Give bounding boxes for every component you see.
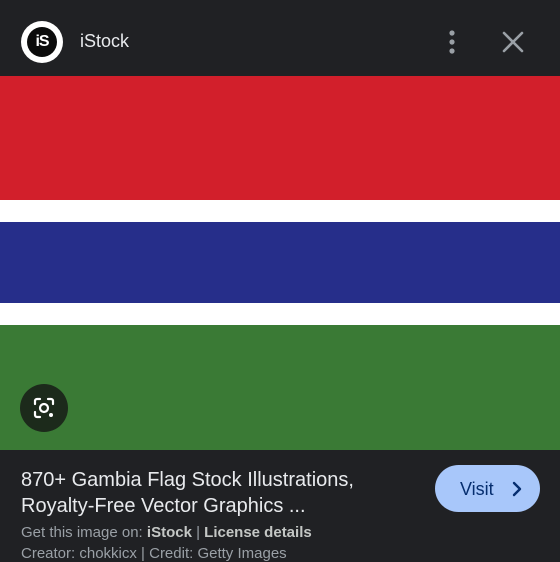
- visit-button[interactable]: Visit: [435, 465, 540, 512]
- credit-line: Creator: chokkicx | Credit: Getty Images: [21, 545, 287, 562]
- credit-label: Credit: Getty Images: [149, 545, 287, 562]
- image-source-line: Get this image on: iStock | License deta…: [21, 524, 312, 541]
- result-title-line1: 870+ Gambia Flag Stock Illustrations,: [21, 469, 354, 491]
- result-info-panel: 870+ Gambia Flag Stock Illustrations, Ro…: [0, 450, 560, 562]
- get-image-source-link[interactable]: iStock: [147, 524, 192, 541]
- separator: |: [136, 545, 150, 562]
- result-title[interactable]: 870+ Gambia Flag Stock Illustrations, Ro…: [21, 467, 416, 519]
- viewer-header: iS iStock: [0, 0, 560, 76]
- source-logo-mark: iS: [27, 27, 57, 57]
- source-logo-text: iS: [35, 33, 49, 50]
- separator: |: [191, 524, 205, 541]
- chevron-right-icon: [512, 481, 522, 497]
- visit-button-label: Visit: [460, 479, 494, 499]
- flag-stripe-blue: [0, 222, 560, 303]
- close-icon[interactable]: [499, 28, 527, 56]
- result-title-line2: Royalty-Free Vector Graphics ...: [21, 495, 306, 517]
- lens-search-icon: [33, 397, 55, 419]
- flag-stripe-white-top: [0, 200, 560, 222]
- flag-stripe-red: [0, 76, 560, 200]
- lens-search-button[interactable]: [20, 384, 68, 432]
- get-image-prefix: Get this image on:: [21, 524, 147, 541]
- flag-stripe-green: [0, 325, 560, 450]
- flag-stripe-white-bottom: [0, 303, 560, 325]
- source-name[interactable]: iStock: [80, 31, 129, 52]
- license-details-link[interactable]: License details: [204, 524, 312, 541]
- preview-image[interactable]: [0, 76, 560, 450]
- creator-label: Creator: chokkicx: [21, 545, 137, 562]
- source-logo[interactable]: iS: [21, 21, 63, 63]
- more-vert-icon[interactable]: [438, 28, 466, 56]
